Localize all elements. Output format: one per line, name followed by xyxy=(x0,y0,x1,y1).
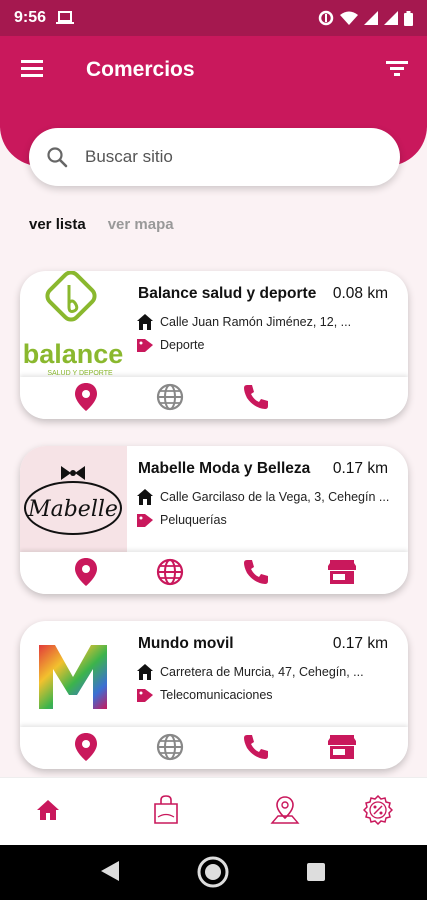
website-button[interactable] xyxy=(154,381,186,413)
location-icon xyxy=(75,383,97,411)
system-navigation-bar xyxy=(0,845,427,900)
phone-button[interactable] xyxy=(240,381,272,413)
business-logo: M xyxy=(20,621,127,727)
home-icon xyxy=(37,800,59,820)
category-text: Telecomunicaciones xyxy=(160,688,273,702)
recents-button[interactable] xyxy=(306,862,326,887)
view-tabs: ver lista ver mapa xyxy=(29,216,174,233)
phone-icon xyxy=(244,385,268,409)
nav-home[interactable] xyxy=(26,788,70,832)
battery-icon xyxy=(404,10,413,26)
recents-square-icon xyxy=(307,863,325,881)
phone-icon xyxy=(244,735,268,759)
location-icon xyxy=(75,558,97,586)
business-distance: 0.17 km xyxy=(332,460,388,477)
globe-icon xyxy=(156,558,184,586)
nav-map[interactable] xyxy=(263,788,307,832)
data-saver-icon xyxy=(318,10,334,26)
phone-button[interactable] xyxy=(240,731,272,763)
logo-text: balance xyxy=(23,339,124,369)
business-logo: balance SALUD Y DEPORTE xyxy=(20,271,127,377)
wifi-icon xyxy=(340,11,358,25)
business-name: Mabelle Moda y Belleza xyxy=(138,460,311,477)
location-button[interactable] xyxy=(70,731,102,763)
back-triangle-icon xyxy=(101,861,119,881)
website-button[interactable] xyxy=(154,556,186,588)
logo-text: Mabelle xyxy=(27,497,118,522)
home-circle-icon xyxy=(197,856,229,888)
search-icon xyxy=(47,147,68,168)
store-icon xyxy=(328,560,356,584)
business-card[interactable]: balance SALUD Y DEPORTE Balance salud y … xyxy=(20,271,408,419)
card-actions xyxy=(20,552,408,594)
store-button[interactable] xyxy=(326,556,358,588)
category-text: Deporte xyxy=(160,338,205,352)
filter-button[interactable] xyxy=(385,58,411,82)
website-button[interactable] xyxy=(154,731,186,763)
business-category: Telecomunicaciones xyxy=(136,687,273,703)
business-distance: 0.17 km xyxy=(332,635,388,652)
business-name: Mundo movil xyxy=(138,635,234,652)
business-category: Deporte xyxy=(136,337,204,353)
business-name: Balance salud y deporte xyxy=(138,285,317,302)
hamburger-icon xyxy=(21,60,43,77)
business-card[interactable]: M Mundo movil 0.17 km Carretera de Murci… xyxy=(20,621,408,769)
house-icon xyxy=(137,489,153,505)
address-text: Calle Garcilaso de la Vega, 3, Cehegín .… xyxy=(160,490,390,504)
logo-subtext: SALUD Y DEPORTE xyxy=(47,370,113,377)
card-actions xyxy=(20,727,408,769)
search-bar[interactable] xyxy=(29,128,400,186)
business-address: Carretera de Murcia, 47, Cehegín, ... xyxy=(136,663,364,681)
location-button[interactable] xyxy=(70,556,102,588)
bottom-navigation xyxy=(0,777,427,845)
nav-shopping[interactable] xyxy=(144,788,188,832)
house-icon xyxy=(137,664,153,680)
signal-icon xyxy=(364,11,378,25)
tag-icon xyxy=(137,514,153,527)
logo-text: M xyxy=(73,640,74,642)
business-card[interactable]: Mabelle Mabelle Moda y Belleza 0.17 km C… xyxy=(20,446,408,594)
shopping-bag-icon xyxy=(154,795,178,824)
back-button[interactable] xyxy=(100,860,120,887)
phone-button[interactable] xyxy=(240,556,272,588)
business-category: Peluquerías xyxy=(136,512,227,528)
laptop-icon xyxy=(56,11,75,24)
status-bar: 9:56 xyxy=(0,0,427,36)
globe-icon xyxy=(156,733,184,761)
house-icon xyxy=(137,314,153,330)
address-text: Calle Juan Ramón Jiménez, 12, ... xyxy=(160,315,352,329)
location-button[interactable] xyxy=(70,381,102,413)
store-button[interactable] xyxy=(326,731,358,763)
business-address: Calle Garcilaso de la Vega, 3, Cehegín .… xyxy=(136,488,389,506)
address-text: Carretera de Murcia, 47, Cehegín, ... xyxy=(160,665,364,679)
category-text: Peluquerías xyxy=(160,513,227,527)
phone-icon xyxy=(244,560,268,584)
filter-icon xyxy=(386,61,408,76)
mundo-movil-logo-image: M xyxy=(39,640,107,709)
business-logo: Mabelle xyxy=(20,446,127,552)
home-system-button[interactable] xyxy=(196,855,230,894)
business-distance: 0.08 km xyxy=(332,285,388,302)
business-address: Calle Juan Ramón Jiménez, 12, ... xyxy=(136,313,351,331)
globe-icon xyxy=(156,383,184,411)
balance-logo-image: balance SALUD Y DEPORTE xyxy=(23,271,124,377)
signal-icon-2 xyxy=(384,11,398,25)
tag-icon xyxy=(137,689,153,702)
nav-discounts[interactable] xyxy=(356,788,400,832)
store-icon xyxy=(328,735,356,759)
discount-icon xyxy=(363,795,393,825)
menu-button[interactable] xyxy=(20,58,48,82)
search-input[interactable] xyxy=(85,147,365,167)
location-icon xyxy=(75,733,97,761)
status-time: 9:56 xyxy=(14,9,47,26)
card-actions xyxy=(20,377,408,419)
mabelle-logo-image: Mabelle xyxy=(24,466,122,535)
page-title: Comercios xyxy=(86,58,195,81)
tab-map-view[interactable]: ver mapa xyxy=(108,216,174,233)
tab-list-view[interactable]: ver lista xyxy=(29,216,86,233)
tag-icon xyxy=(137,339,153,352)
map-pin-icon xyxy=(270,796,300,824)
